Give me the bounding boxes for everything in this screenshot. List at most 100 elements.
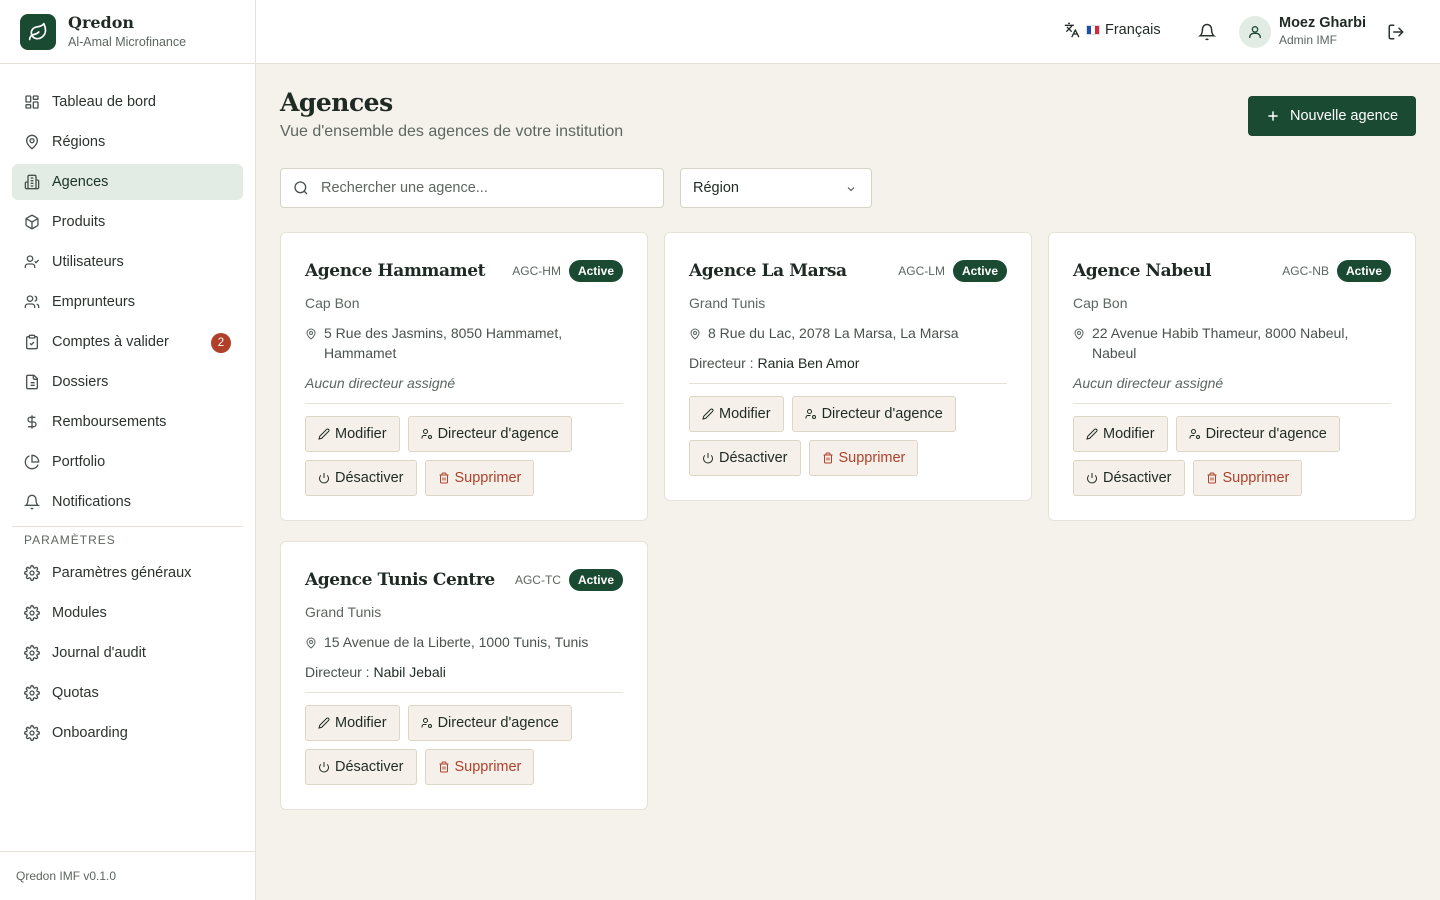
settings-section-heading: Paramètres: [12, 526, 243, 555]
file-icon: [26, 374, 38, 390]
agency-code: AGC-NB: [1282, 264, 1329, 278]
assign-director-button[interactable]: Directeur d'agence: [407, 705, 572, 741]
trash-icon: [1207, 472, 1216, 484]
sidebar-item-label: Paramètres généraux: [52, 565, 192, 581]
gear-icon: [24, 685, 40, 701]
brand: Qredon Al-Amal Microfinance: [0, 0, 255, 64]
user-check-icon: [24, 255, 40, 268]
building-icon: [24, 174, 40, 190]
sidebar-item-notifications[interactable]: Notifications: [12, 484, 243, 520]
agency-region: Cap Bon: [1073, 295, 1128, 311]
status-badge: Active: [952, 260, 1007, 282]
pencil-icon: [318, 717, 330, 729]
director-label: Directeur d'agence: [437, 715, 559, 731]
edit-button[interactable]: Modifier: [305, 705, 400, 741]
gear-icon: [24, 605, 40, 621]
deactivate-label: Désactiver: [335, 470, 404, 486]
language-switcher[interactable]: Français: [1064, 22, 1161, 38]
sidebar-item-dossiers[interactable]: Dossiers: [12, 364, 243, 400]
agency-director: Directeur : Nabil Jebali: [305, 664, 623, 680]
delete-button[interactable]: Supprimer: [424, 749, 535, 785]
sidebar-item-comptes-a-valider[interactable]: Comptes à valider 2: [12, 324, 243, 360]
search-input[interactable]: [321, 180, 641, 196]
france-flag-icon: [1086, 25, 1100, 35]
sidebar-item-agences[interactable]: Agences: [12, 164, 243, 200]
assign-director-button[interactable]: Directeur d'agence: [407, 416, 572, 452]
pending-count-badge: 2: [211, 333, 231, 353]
sidebar-item-label: Modules: [52, 605, 107, 621]
bell-icon: [24, 494, 40, 510]
search-icon: [294, 181, 308, 195]
dashboard-icon: [25, 95, 39, 109]
edit-label: Modifier: [719, 406, 771, 422]
notification-bell-icon[interactable]: [1198, 23, 1216, 41]
agency-no-director: Aucun directeur assigné: [1073, 375, 1224, 391]
region-filter-label: Région: [693, 180, 739, 196]
delete-button[interactable]: Supprimer: [808, 440, 919, 476]
agency-address: 22 Avenue Habib Thameur, 8000 Nabeul, Na…: [1092, 325, 1349, 361]
sidebar-item-emprunteurs[interactable]: Emprunteurs: [12, 284, 243, 320]
sidebar-item-label: Notifications: [52, 494, 131, 510]
delete-label: Supprimer: [838, 450, 906, 466]
sidebar-item-utilisateurs[interactable]: Utilisateurs: [12, 244, 243, 280]
sidebar-item-portfolio[interactable]: Portfolio: [12, 444, 243, 480]
assign-director-button[interactable]: Directeur d'agence: [1175, 416, 1340, 452]
sidebar-item-onboarding[interactable]: Onboarding: [12, 715, 243, 751]
user-name: Moez Gharbi: [1279, 15, 1367, 31]
sidebar-item-quotas[interactable]: Quotas: [12, 675, 243, 711]
sidebar-item-label: Journal d'audit: [52, 645, 146, 661]
logout-icon[interactable]: [1387, 23, 1405, 41]
sidebar-item-produits[interactable]: Produits: [12, 204, 243, 240]
sidebar-item-remboursements[interactable]: Remboursements: [12, 404, 243, 440]
agency-card: Agence Nabeul AGC-NB Active Cap Bon 22 A…: [1048, 232, 1416, 521]
region-filter-select[interactable]: Région: [680, 168, 872, 208]
edit-button[interactable]: Modifier: [305, 416, 400, 452]
sidebar-item-parametres-generaux[interactable]: Paramètres généraux: [12, 555, 243, 591]
agency-region: Grand Tunis: [305, 604, 382, 620]
chevron-down-icon: [847, 187, 855, 192]
delete-label: Supprimer: [454, 470, 522, 486]
sidebar-item-regions[interactable]: Régions: [12, 124, 243, 160]
assign-director-button[interactable]: Directeur d'agence: [791, 396, 956, 432]
director-name: Nabil Jebali: [373, 664, 446, 680]
map-pin-icon: [306, 328, 316, 340]
search-box[interactable]: [280, 168, 664, 208]
topbar: Français Moez Gharbi Admin IMF: [256, 0, 1440, 64]
gear-icon: [24, 645, 40, 661]
delete-button[interactable]: Supprimer: [1192, 460, 1303, 496]
director-prefix: Directeur :: [305, 664, 370, 680]
deactivate-button[interactable]: Désactiver: [1073, 460, 1185, 496]
user-info[interactable]: Moez Gharbi Admin IMF: [1279, 15, 1366, 47]
delete-label: Supprimer: [1222, 470, 1290, 486]
edit-label: Modifier: [335, 715, 387, 731]
sidebar-item-label: Quotas: [52, 685, 99, 701]
sidebar-item-dashboard[interactable]: Tableau de bord: [12, 84, 243, 120]
sidebar-item-modules[interactable]: Modules: [12, 595, 243, 631]
agency-code: AGC-LM: [898, 264, 945, 278]
status-badge: Active: [568, 260, 623, 282]
brand-subtitle: Al-Amal Microfinance: [68, 35, 187, 49]
power-icon: [703, 453, 714, 464]
edit-button[interactable]: Modifier: [689, 396, 784, 432]
avatar[interactable]: [1239, 16, 1271, 48]
agency-name: Agence La Marsa: [689, 261, 847, 281]
deactivate-button[interactable]: Désactiver: [689, 440, 801, 476]
sidebar-item-journal-audit[interactable]: Journal d'audit: [12, 635, 243, 671]
user-cog-icon: [421, 429, 432, 439]
language-label: Français: [1105, 22, 1161, 38]
dollar-icon: [27, 415, 37, 429]
user-role: Admin IMF: [1279, 33, 1338, 47]
agency-no-director: Aucun directeur assigné: [305, 375, 456, 391]
delete-button[interactable]: Supprimer: [424, 460, 535, 496]
user-cog-icon: [1189, 429, 1200, 439]
deactivate-button[interactable]: Désactiver: [305, 460, 417, 496]
sidebar-item-label: Dossiers: [52, 374, 109, 390]
agency-card: Agence Hammamet AGC-HM Active Cap Bon 5 …: [280, 232, 648, 521]
new-agency-button[interactable]: Nouvelle agence: [1248, 96, 1416, 136]
deactivate-label: Désactiver: [335, 759, 404, 775]
edit-button[interactable]: Modifier: [1073, 416, 1168, 452]
agency-code: AGC-TC: [514, 573, 561, 587]
deactivate-button[interactable]: Désactiver: [305, 749, 417, 785]
plus-icon: [1268, 111, 1278, 121]
agency-region: Cap Bon: [305, 295, 360, 311]
